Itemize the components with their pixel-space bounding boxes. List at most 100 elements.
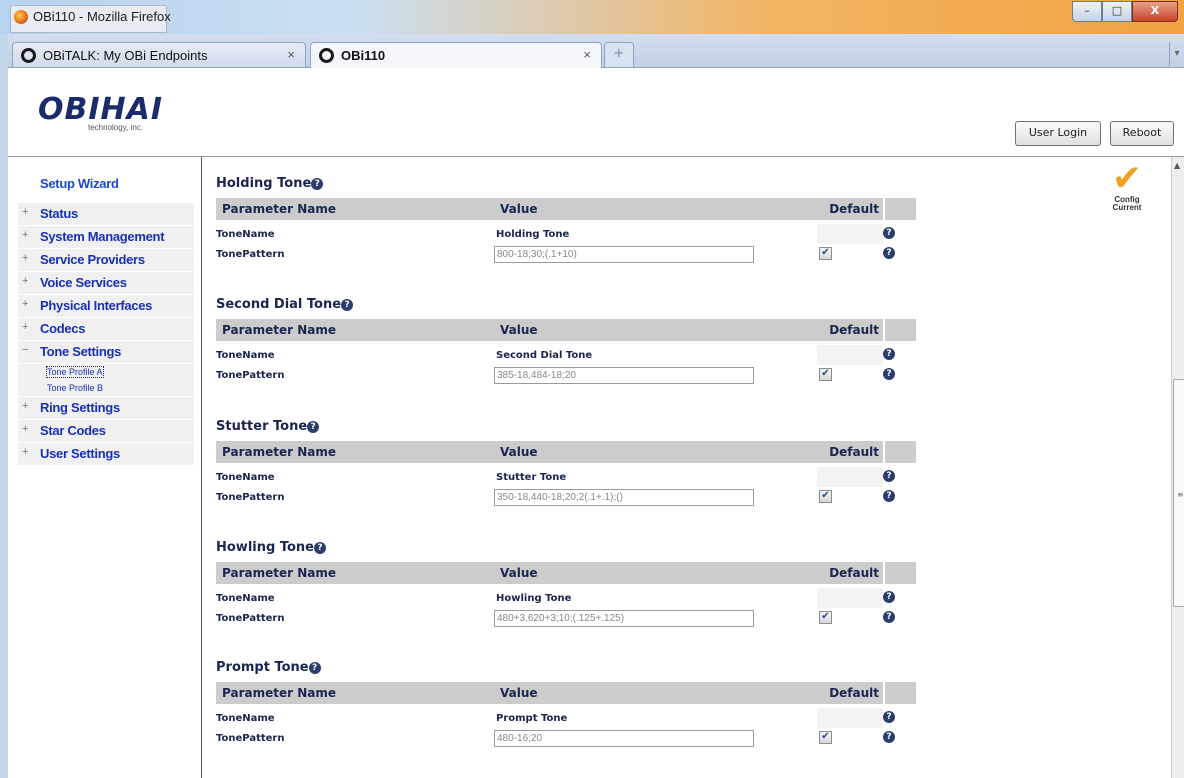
help-icon[interactable]: ? [313, 542, 326, 554]
default-checkbox[interactable]: ✔ [819, 731, 832, 744]
param-name: TonePattern [216, 613, 285, 624]
section-holding-tone: Holding Tone? Parameter Name Value Defau… [216, 176, 916, 264]
maximize-button[interactable]: □ [1102, 1, 1132, 22]
param-name: TonePattern [216, 249, 285, 260]
sidebar-item-system-management[interactable]: + System Management [18, 226, 194, 248]
sidebar-item-codecs[interactable]: + Codecs [18, 318, 194, 340]
help-icon[interactable]: ? [883, 348, 895, 360]
param-name: ToneName [216, 229, 275, 240]
tab-obi110[interactable]: OBi110 × [310, 42, 602, 68]
help-icon[interactable]: ? [883, 711, 895, 723]
setup-wizard-link[interactable]: Setup Wizard [40, 176, 119, 191]
tone-pattern-input[interactable]: 480-16;20 [494, 730, 754, 747]
tone-pattern-input[interactable]: 385-18,484-18;20 [494, 367, 754, 384]
section-title: Howling Tone [216, 540, 314, 555]
param-name: TonePattern [216, 492, 285, 503]
tab-close-icon[interactable]: × [583, 47, 591, 62]
expand-icon: + [22, 446, 29, 458]
column-header-help [885, 682, 916, 704]
sidebar-item-label: Codecs [40, 321, 86, 336]
param-name: ToneName [216, 350, 275, 361]
help-icon[interactable]: ? [341, 299, 354, 311]
tab-close-icon[interactable]: × [287, 47, 295, 62]
help-icon[interactable]: ? [308, 662, 321, 674]
new-tab-button[interactable]: + [604, 42, 634, 68]
vertical-scrollbar[interactable]: ▲ ≡ [1171, 157, 1184, 778]
sidebar-item-physical-interfaces[interactable]: + Physical Interfaces [18, 295, 194, 317]
user-login-button[interactable]: User Login [1015, 121, 1101, 146]
column-header-help [885, 198, 916, 220]
table-header: Parameter Name Value Default [216, 198, 916, 220]
section-prompt-tone: Prompt Tone? Parameter Name Value Defaul… [216, 660, 916, 748]
sidebar-item-label: Ring Settings [40, 400, 120, 415]
help-icon[interactable]: ? [883, 227, 895, 239]
section-howling-tone: Howling Tone? Parameter Name Value Defau… [216, 540, 916, 628]
sidebar-item-label: Physical Interfaces [40, 298, 153, 313]
param-value: Holding Tone [496, 229, 570, 240]
table-row: TonePattern 480+3,620+3;10;(.125+.125) ✔… [216, 608, 906, 628]
help-icon[interactable]: ? [883, 247, 895, 259]
section-second-dial-tone: Second Dial Tone? Parameter Name Value D… [216, 297, 916, 385]
sidebar-subitem-label: Tone Profile B [47, 383, 104, 393]
column-header-name: Parameter Name [216, 441, 496, 463]
sidebar-item-label: Voice Services [40, 275, 127, 290]
main-content: ✔ Config Current Holding Tone? Parameter… [202, 157, 1171, 778]
sidebar-item-label: System Management [40, 229, 165, 244]
sidebar-item-star-codes[interactable]: + Star Codes [18, 420, 194, 442]
table-row: ToneName Stutter Tone ? [216, 467, 906, 487]
sidebar-item-label: Tone Settings [40, 344, 122, 359]
param-name: TonePattern [216, 370, 285, 381]
sidebar-item-user-settings[interactable]: + User Settings [18, 443, 194, 465]
section-stutter-tone: Stutter Tone? Parameter Name Value Defau… [216, 419, 916, 507]
scroll-grip-icon: ≡ [1177, 490, 1184, 499]
sidebar-subitem-tone-profile-b[interactable]: Tone Profile B [18, 380, 194, 396]
tab-obitalk-endpoints[interactable]: OBiTALK: My OBi Endpoints × [12, 42, 306, 67]
tone-pattern-input[interactable]: 350-18,440-18;20;2(.1+.1);() [494, 489, 754, 506]
sidebar-item-voice-services[interactable]: + Voice Services [18, 272, 194, 294]
firefox-icon [14, 10, 28, 24]
collapse-icon: − [22, 344, 29, 356]
expand-icon: + [22, 400, 29, 412]
default-checkbox[interactable]: ✔ [819, 368, 832, 381]
column-header-name: Parameter Name [216, 319, 496, 341]
tone-pattern-input[interactable]: 480+3,620+3;10;(.125+.125) [494, 610, 754, 627]
help-icon[interactable]: ? [311, 178, 324, 190]
help-icon[interactable]: ? [883, 470, 895, 482]
column-header-value: Value [494, 441, 817, 463]
tone-pattern-input[interactable]: 800-18;30;(.1+10) [494, 246, 754, 263]
section-title: Prompt Tone [216, 660, 309, 675]
minimize-button[interactable]: – [1072, 1, 1102, 22]
window-titlebar: OBi110 - Mozilla Firefox – □ X [0, 0, 1184, 34]
scrollbar-thumb[interactable]: ≡ [1173, 379, 1184, 607]
logo-subtitle: technology, inc. [88, 123, 143, 132]
default-checkbox[interactable]: ✔ [819, 611, 832, 624]
config-checkmark-icon: ✔ [1111, 158, 1143, 199]
help-icon[interactable]: ? [883, 731, 895, 743]
close-window-button[interactable]: X [1132, 1, 1178, 22]
help-icon[interactable]: ? [883, 368, 895, 380]
default-checkbox[interactable]: ✔ [819, 490, 832, 503]
help-icon[interactable]: ? [883, 490, 895, 502]
sidebar-item-ring-settings[interactable]: + Ring Settings [18, 397, 194, 419]
window-title: OBi110 - Mozilla Firefox [33, 9, 171, 24]
reboot-button[interactable]: Reboot [1110, 121, 1174, 146]
help-icon[interactable]: ? [307, 421, 320, 433]
sidebar-item-tone-settings[interactable]: − Tone Settings [18, 341, 194, 363]
table-header: Parameter Name Value Default [216, 562, 916, 584]
tab-label: OBiTALK: My OBi Endpoints [43, 48, 208, 63]
sidebar-item-service-providers[interactable]: + Service Providers [18, 249, 194, 271]
default-checkbox[interactable]: ✔ [819, 247, 832, 260]
help-icon[interactable]: ? [883, 611, 895, 623]
default-cell [817, 467, 883, 487]
column-header-help [885, 441, 916, 463]
tab-bar: OBiTALK: My OBi Endpoints × OBi110 × + ▾ [0, 34, 1184, 68]
tab-list-arrow-icon[interactable]: ▾ [1169, 42, 1184, 66]
help-icon[interactable]: ? [883, 591, 895, 603]
param-value: Second Dial Tone [496, 350, 593, 361]
scroll-up-arrow-icon[interactable]: ▲ [1174, 161, 1180, 170]
sidebar-item-status[interactable]: + Status [18, 203, 194, 225]
column-header-name: Parameter Name [216, 198, 496, 220]
table-row: TonePattern 480-16;20 ✔ ? [216, 728, 906, 748]
config-status-line2: Current [1112, 203, 1142, 212]
sidebar-subitem-tone-profile-a[interactable]: Tone Profile A [18, 364, 194, 380]
